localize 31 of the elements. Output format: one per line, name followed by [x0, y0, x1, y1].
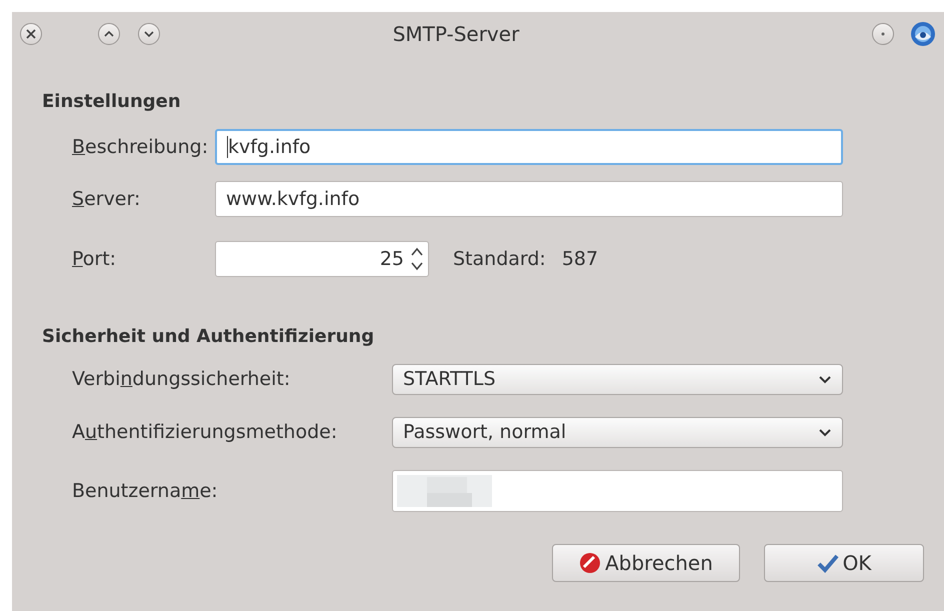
chevron-down-icon: [818, 428, 832, 438]
section-heading: Einstellungen: [42, 90, 182, 114]
dot-icon: [880, 31, 886, 37]
spin-field[interactable]: 25: [215, 241, 429, 277]
field-label: Benutzername:: [71, 478, 219, 504]
text-field[interactable]: [392, 470, 843, 512]
cancel-button[interactable]: Abbrechen: [552, 544, 740, 582]
chevron-down-icon: [818, 374, 832, 384]
field-label: Server:: [71, 186, 142, 212]
spin-arrows-icon: [410, 246, 424, 272]
window-title: SMTP-Server: [392, 21, 520, 48]
field-label: Verbindungssicherheit:: [71, 367, 292, 392]
close-icon: [25, 28, 37, 40]
field-label: Authentifizierungsmethode:: [71, 420, 338, 446]
text-field[interactable]: kvfg.info: [215, 129, 843, 165]
section-heading: Sicherheit und Authentifizierung: [42, 325, 376, 349]
ok-button[interactable]: OK: [764, 544, 924, 582]
shade-down-button[interactable]: [138, 23, 160, 45]
shade-up-button[interactable]: [98, 23, 120, 45]
field-label: Port:: [71, 246, 118, 272]
app-icon[interactable]: [910, 21, 936, 47]
field-label: Beschreibung:: [71, 134, 210, 160]
stop-icon: [579, 552, 602, 574]
close-button[interactable]: [20, 23, 42, 45]
checkmark-icon: [816, 553, 839, 573]
dropdown[interactable]: Passwort, normal: [392, 417, 843, 448]
default-port-label: Standard:: [453, 246, 546, 272]
text-field[interactable]: www.kvfg.info: [215, 181, 843, 217]
dropdown[interactable]: STARTTLS: [392, 364, 843, 395]
keep-above-button[interactable]: [872, 23, 894, 45]
default-port-value: 587: [562, 246, 598, 272]
